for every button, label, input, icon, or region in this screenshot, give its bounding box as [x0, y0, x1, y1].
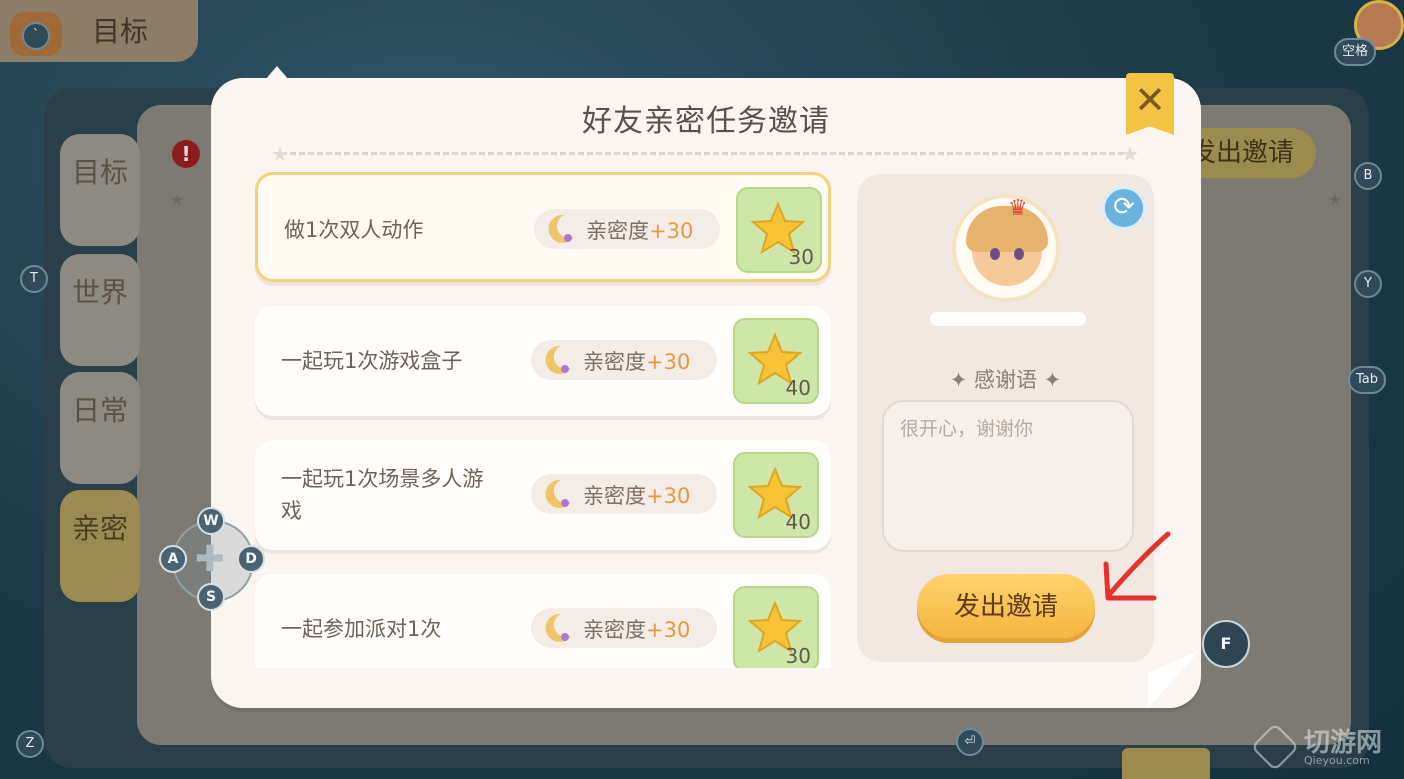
prize-count: 40 — [785, 376, 811, 400]
close-button[interactable]: ✕ — [1126, 73, 1174, 135]
background-bottom-tab — [1122, 748, 1210, 779]
tab-intimacy[interactable]: 亲密 — [60, 490, 140, 602]
key-hint-y: Y — [1354, 270, 1382, 298]
reward-label: 亲密度 — [583, 484, 646, 508]
task-name: 做1次双人动作 — [284, 218, 424, 242]
send-invite-button[interactable]: 发出邀请 — [917, 574, 1095, 638]
reward-label: 亲密度 — [583, 618, 646, 642]
key-hint-f: F — [1202, 620, 1250, 668]
key-hint-backquote: ` — [22, 22, 50, 50]
friend-avatar: ♛ — [952, 194, 1060, 302]
key-hint-space: 空格 — [1334, 38, 1377, 66]
intimacy-reward: 亲密度+30 — [531, 474, 717, 514]
reward-value: +30 — [649, 219, 694, 243]
reward-label: 亲密度 — [583, 350, 646, 374]
intimacy-reward: 亲密度+30 — [531, 340, 717, 380]
task-list[interactable]: 做1次双人动作 亲密度+30 30 一起玩1次游戏盒子 亲密度+30 40 一起… — [255, 172, 835, 668]
prize-count: 30 — [785, 644, 811, 668]
watermark-url: Qieyou.com — [1304, 754, 1370, 767]
crown-icon: ♛ — [1008, 196, 1028, 221]
intimacy-reward: 亲密度+30 — [531, 608, 717, 648]
dpad-cross-icon: ✚ — [194, 539, 226, 580]
moon-icon — [545, 613, 571, 642]
key-hint-t: T — [20, 265, 48, 293]
prize-box: 40 — [733, 318, 819, 404]
task-card-2[interactable]: 一起玩1次场景多人游戏 亲密度+30 40 — [255, 440, 831, 550]
title-divider — [281, 152, 1133, 155]
key-hint-enter: ⏎ — [956, 728, 984, 756]
task-card-3[interactable]: 一起参加派对1次 亲密度+30 30 — [255, 574, 831, 668]
tab-daily[interactable]: 日常 — [60, 372, 140, 484]
refresh-icon: ⟳ — [1113, 192, 1135, 222]
star-decoration-icon: ★ — [1328, 190, 1343, 209]
key-hint-w: W — [197, 507, 225, 535]
tab-world[interactable]: 世界 — [60, 254, 140, 366]
task-name: 一起玩1次场景多人游戏 — [281, 467, 484, 523]
prize-count: 40 — [785, 510, 811, 534]
warning-icon: ! — [172, 140, 200, 168]
moon-icon — [548, 214, 574, 243]
task-card-1[interactable]: 一起玩1次游戏盒子 亲密度+30 40 — [255, 306, 831, 416]
prize-box: 40 — [733, 452, 819, 538]
key-hint-tab: Tab — [1348, 366, 1387, 394]
thanks-label: ✦ 感谢语 ✦ — [949, 368, 1062, 392]
intimacy-reward: 亲密度+30 — [534, 209, 720, 249]
star-decoration-icon: ★ — [170, 190, 185, 209]
header-title: 目标 — [92, 15, 149, 48]
key-hint-a: A — [159, 545, 187, 573]
reward-value: +30 — [646, 618, 691, 642]
tab-target[interactable]: 目标 — [60, 134, 140, 246]
reward-value: +30 — [646, 484, 691, 508]
prize-count: 30 — [788, 245, 814, 269]
task-name: 一起参加派对1次 — [281, 617, 442, 641]
prize-box: 30 — [736, 187, 822, 273]
friend-name-redacted — [930, 312, 1086, 326]
task-name: 一起玩1次游戏盒子 — [281, 349, 463, 373]
star-decoration-icon: ★ — [1121, 142, 1139, 166]
moon-icon — [545, 345, 571, 374]
key-hint-d: D — [237, 545, 265, 573]
reward-value: +30 — [646, 350, 691, 374]
key-hint-b: B — [1354, 162, 1382, 190]
refresh-button[interactable]: ⟳ — [1102, 186, 1146, 230]
dialog-title: 好友亲密任务邀请 — [582, 104, 830, 139]
star-decoration-icon: ★ — [271, 142, 289, 166]
reward-label: 亲密度 — [586, 219, 649, 243]
prize-box: 30 — [733, 586, 819, 668]
close-icon: ✕ — [1134, 78, 1166, 122]
moon-icon — [545, 479, 571, 508]
key-hint-s: S — [197, 583, 225, 611]
red-arrow-annotation — [1103, 531, 1171, 601]
task-card-0[interactable]: 做1次双人动作 亲密度+30 30 — [255, 172, 831, 282]
key-hint-z: Z — [16, 730, 44, 758]
